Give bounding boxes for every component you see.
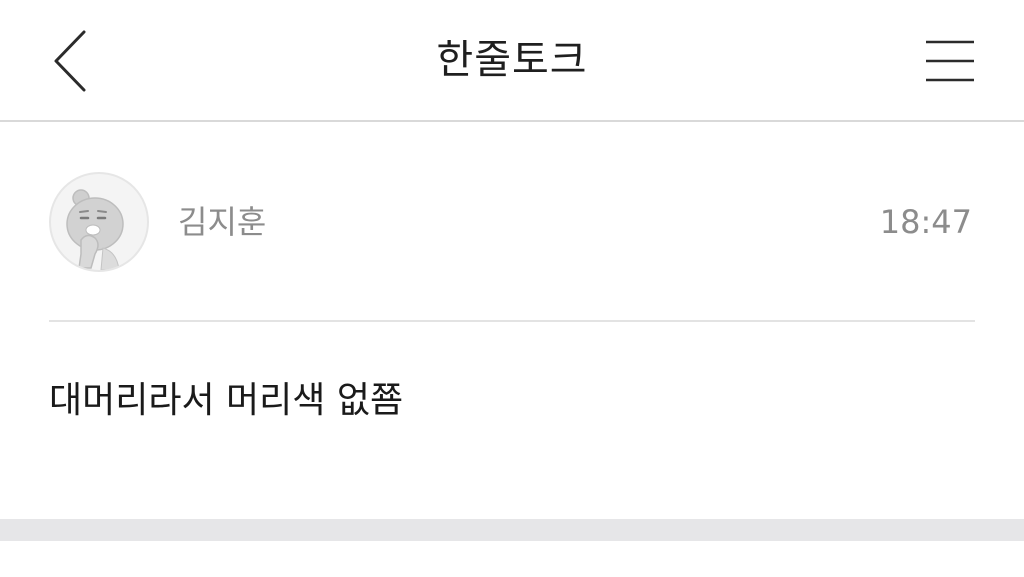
talk-screen: 한줄토크 김지훈 18:47 대머리라서 머리색 없쬼 [0, 0, 1024, 577]
message-text: 대머리라서 머리색 없쬼 [49, 380, 404, 421]
section-separator [0, 519, 1024, 541]
author-name: 김지훈 [178, 203, 267, 241]
hamburger-menu-icon [926, 40, 974, 82]
avatar[interactable] [49, 172, 149, 272]
divider [49, 320, 975, 322]
character-avatar-icon [66, 189, 124, 270]
top-navigation-bar: 한줄토크 [0, 0, 1024, 122]
post-timestamp: 18:47 [879, 203, 972, 241]
post-author-row: 김지훈 18:47 [0, 122, 1024, 322]
menu-button[interactable] [916, 30, 984, 92]
page-title: 한줄토크 [436, 37, 588, 83]
